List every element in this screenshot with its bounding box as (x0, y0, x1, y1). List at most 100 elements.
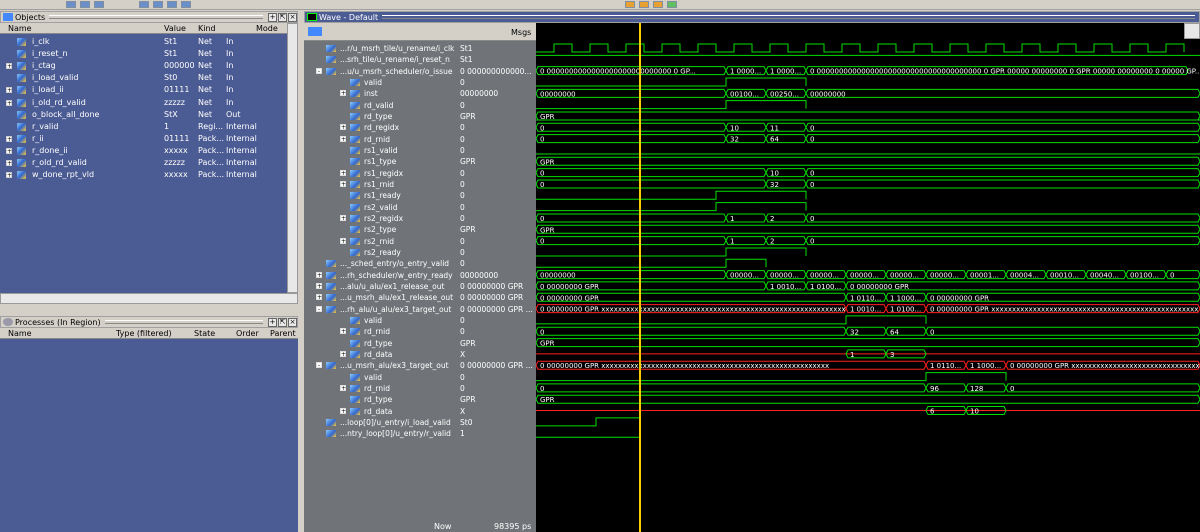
add-icon[interactable]: + (268, 317, 277, 327)
signal-row[interactable]: rd_type GPR (310, 111, 536, 122)
signal-row[interactable]: - ...u/u_msrh_scheduler/o_issue 0 00000000… (310, 66, 536, 77)
signal-row[interactable]: + ...u_msrh_alu/ex1_release_out 0 00000000… (310, 292, 536, 303)
toolbar-button[interactable] (66, 1, 76, 8)
object-row[interactable]: + r_old_rd_valid zzzzz Pack... Internal (0, 157, 296, 169)
object-row[interactable]: i_reset_n St1 Net In (0, 48, 296, 60)
col-name[interactable]: Name (8, 24, 32, 33)
object-row[interactable]: r_valid 1 Regi... Internal (0, 121, 296, 133)
object-row[interactable]: i_clk St1 Net In (0, 36, 296, 48)
add-icon[interactable]: + (268, 12, 277, 22)
expand-icon[interactable]: + (340, 350, 346, 357)
expand-icon[interactable]: + (6, 135, 12, 142)
signal-row[interactable]: + rs1_regidx 0 (310, 168, 536, 179)
toolbar-button[interactable] (180, 1, 191, 8)
expand-icon[interactable]: + (340, 124, 346, 131)
close-icon[interactable]: × (288, 12, 297, 22)
signal-row[interactable]: - ...rh_alu/u_alu/ex3_target_out 0 0000000… (310, 304, 536, 315)
objects-vscroll[interactable] (287, 23, 298, 293)
signal-row[interactable]: rs2_type GPR (310, 224, 536, 235)
signal-row[interactable]: + ...rh_scheduler/w_entry_ready 00000000 (310, 270, 536, 281)
col-mode[interactable]: Mode (256, 24, 278, 33)
expand-icon[interactable]: + (6, 63, 12, 70)
close-icon[interactable]: × (288, 317, 297, 327)
object-row[interactable]: o_block_all_done StX Net Out (0, 109, 296, 121)
signal-row[interactable]: + rs1_rnid 0 (310, 179, 536, 190)
signal-row[interactable]: + rd_rnid 0 (310, 383, 536, 394)
expand-icon[interactable]: + (6, 87, 12, 94)
dropdown-icon[interactable] (308, 27, 322, 36)
toolbar-button[interactable] (152, 1, 163, 8)
signal-row[interactable]: + rd_regidx 0 (310, 122, 536, 133)
expand-icon[interactable]: + (340, 214, 346, 221)
signal-row[interactable]: rd_valid 0 (310, 100, 536, 111)
signal-row[interactable]: + rs2_regidx 0 (310, 213, 536, 224)
expand-icon[interactable]: + (340, 135, 346, 142)
signal-row[interactable]: ...srh_tile/u_rename/i_reset_n St1 (310, 54, 536, 65)
col-kind[interactable]: Kind (198, 24, 216, 33)
col-order[interactable]: Order (236, 329, 259, 338)
signal-row[interactable]: rs1_ready 0 (310, 190, 536, 201)
expand-icon[interactable]: + (340, 328, 346, 335)
toolbar-button[interactable] (639, 1, 650, 8)
toolbar-button[interactable] (653, 1, 664, 8)
signal-row[interactable]: + rs2_rnid 0 (310, 236, 536, 247)
expand-icon[interactable]: + (316, 294, 322, 301)
toolbar-button[interactable] (667, 1, 678, 8)
signal-row[interactable]: - ...u_msrh_alu/ex3_target_out 0 00000000 … (310, 360, 536, 371)
undock-icon[interactable]: ⇱ (278, 12, 287, 22)
signal-row[interactable]: + rd_data X (310, 349, 536, 360)
signal-row[interactable]: valid 0 (310, 77, 536, 88)
object-row[interactable]: + i_load_ii 01111 Net In (0, 84, 296, 96)
expand-icon[interactable]: + (6, 160, 12, 167)
signal-row[interactable]: + rd_rnid 0 (310, 326, 536, 337)
expand-icon[interactable]: - (316, 305, 322, 312)
object-row[interactable]: + r_ii 01111 Pack... Internal (0, 133, 296, 145)
toolbar-button[interactable] (80, 1, 90, 8)
toolbar-button[interactable] (138, 1, 149, 8)
expand-icon[interactable]: + (316, 271, 322, 278)
expand-icon[interactable]: - (316, 67, 322, 74)
signal-row[interactable]: rs1_type GPR (310, 156, 536, 167)
objects-hscroll[interactable] (0, 293, 298, 304)
object-row[interactable]: + r_done_ii xxxxx Pack... Internal (0, 145, 296, 157)
signal-row[interactable]: rd_type GPR (310, 338, 536, 349)
expand-icon[interactable]: - (316, 362, 322, 369)
signal-row[interactable]: rs1_valid 0 (310, 145, 536, 156)
col-type[interactable]: Type (filtered) (116, 329, 172, 338)
signal-row[interactable]: rs2_valid 0 (310, 202, 536, 213)
expand-icon[interactable]: + (6, 172, 12, 179)
expand-icon[interactable]: + (316, 282, 322, 289)
signal-row[interactable]: ...loop[0]/u_entry/i_load_valid St0 (310, 417, 536, 428)
signal-row[interactable]: + inst 00000000 (310, 88, 536, 99)
col-state[interactable]: State (194, 329, 215, 338)
signal-row[interactable]: rd_type GPR (310, 394, 536, 405)
expand-icon[interactable]: + (6, 99, 12, 106)
object-row[interactable]: + i_ctag 000000 Net In (0, 60, 296, 72)
object-row[interactable]: i_load_valid St0 Net In (0, 72, 296, 84)
col-parent[interactable]: Parent (270, 329, 296, 338)
undock-icon[interactable]: ⇱ (278, 317, 287, 327)
waveform-canvas[interactable]: 0 0000000000000000000000000000 0 GP... 1 … (536, 23, 1200, 532)
signal-row[interactable]: + rd_rnid 0 (310, 134, 536, 145)
expand-icon[interactable]: + (6, 147, 12, 154)
toolbar-button[interactable] (625, 1, 636, 8)
signal-row[interactable]: rs2_ready 0 (310, 247, 536, 258)
signal-row[interactable]: valid 0 (310, 315, 536, 326)
signal-row[interactable]: + rd_data X (310, 406, 536, 417)
expand-icon[interactable]: + (340, 180, 346, 187)
expand-icon[interactable]: + (340, 90, 346, 97)
object-row[interactable]: + i_old_rd_valid zzzzz Net In (0, 97, 296, 109)
wave-vscroll[interactable] (1184, 23, 1200, 39)
toolbar-button[interactable] (166, 1, 177, 8)
expand-icon[interactable]: + (340, 237, 346, 244)
col-name[interactable]: Name (8, 329, 32, 338)
expand-icon[interactable]: + (340, 407, 346, 414)
toolbar-button[interactable] (94, 1, 104, 8)
signal-row[interactable]: ...ntry_loop[0]/u_entry/r_valid 1 (310, 428, 536, 439)
expand-icon[interactable]: + (340, 384, 346, 391)
signal-row[interactable]: ...r/u_msrh_tile/u_rename/i_clk St1 (310, 43, 536, 54)
expand-icon[interactable]: + (340, 169, 346, 176)
signal-row[interactable]: ..._sched_entry/o_entry_valid 0 (310, 258, 536, 269)
signal-row[interactable]: + ...alu/u_alu/ex1_release_out 0 00000000 … (310, 281, 536, 292)
signal-row[interactable]: valid 0 (310, 372, 536, 383)
